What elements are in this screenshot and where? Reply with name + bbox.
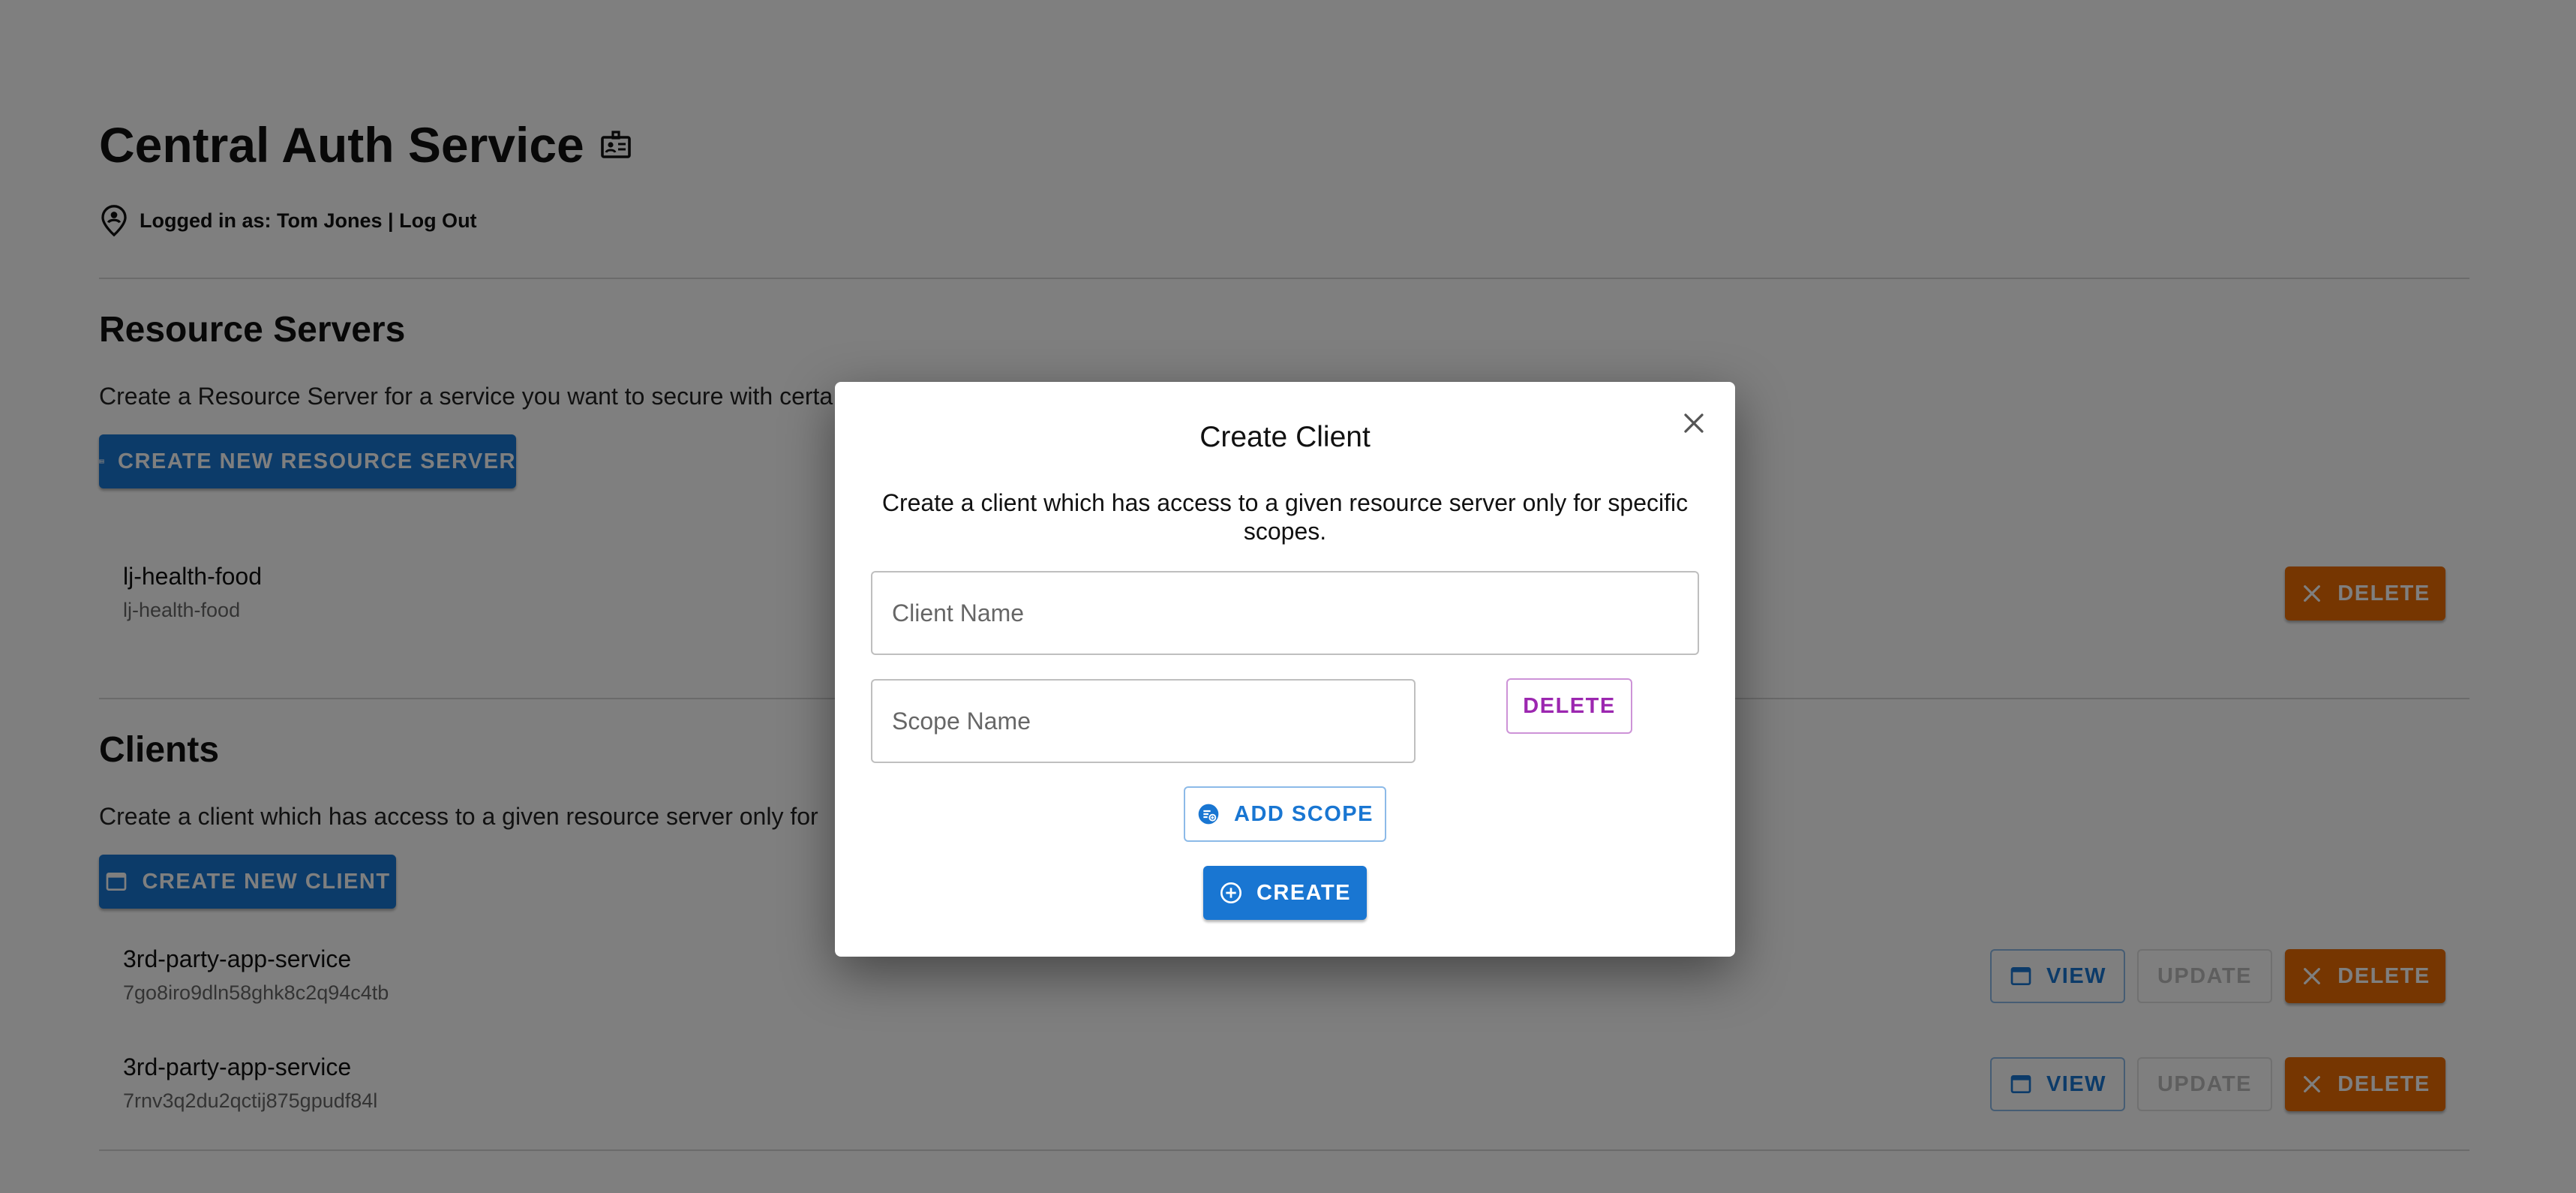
add-scope-icon (1198, 804, 1219, 825)
create-label: CREATE (1256, 880, 1352, 905)
dialog-title: Create Client (1199, 421, 1371, 453)
client-name-field (871, 571, 1699, 655)
client-name-input[interactable] (872, 572, 1698, 654)
dialog-description: Create a client which has access to a gi… (881, 489, 1689, 545)
scope-name-input[interactable] (872, 681, 1414, 762)
page: Central Auth Service Logged in as: Tom J… (0, 0, 2576, 1193)
scope-name-field (871, 679, 1416, 763)
add-scope-button[interactable]: ADD SCOPE (1184, 786, 1386, 842)
delete-scope-label: DELETE (1523, 693, 1616, 718)
close-dialog-button[interactable] (1677, 407, 1710, 440)
add-scope-label: ADD SCOPE (1234, 801, 1374, 826)
create-client-submit-button[interactable]: CREATE (1203, 866, 1367, 920)
delete-scope-button[interactable]: DELETE (1506, 678, 1632, 734)
add-circle-icon (1220, 882, 1241, 903)
create-client-dialog: Create Client Create a client which has … (835, 382, 1735, 957)
close-icon (1684, 413, 1704, 433)
